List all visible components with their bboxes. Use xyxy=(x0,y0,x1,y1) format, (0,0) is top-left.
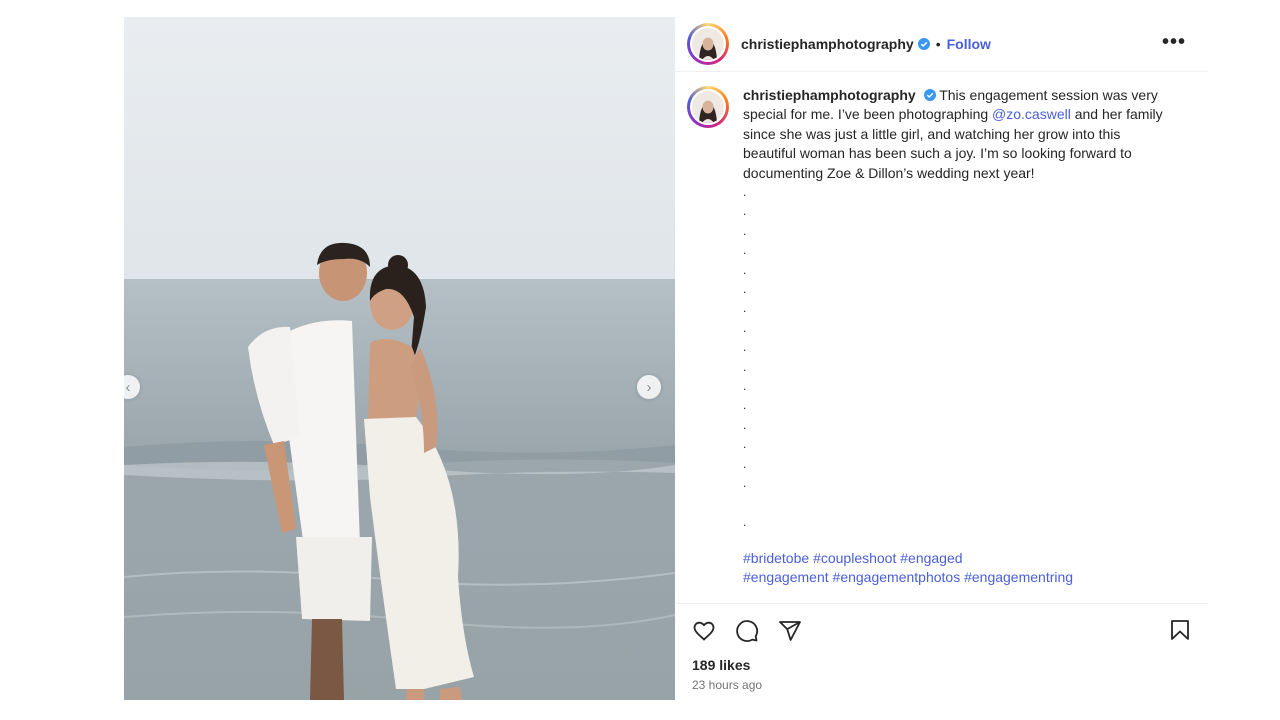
post-dialog: ‹ › christiephamphotography • Follow •••… xyxy=(124,17,1208,700)
caption-dot-line: . xyxy=(743,398,747,413)
caption-dot-line: . xyxy=(743,320,747,335)
share-button[interactable] xyxy=(777,618,803,644)
caption-hashtags: #bridetobe #coupleshoot #engaged #engagem… xyxy=(743,549,1173,588)
caption-dot-line xyxy=(743,493,1196,512)
caption-dot-line: . xyxy=(743,340,747,355)
post-caption: christiephamphotography This engagement … xyxy=(743,86,1173,183)
like-button[interactable] xyxy=(691,618,717,644)
save-button[interactable] xyxy=(1168,618,1194,644)
more-horizontal-icon[interactable]: ••• xyxy=(1162,31,1186,54)
caption-dot-line: . xyxy=(743,359,747,374)
caption-dot-lines: ................. xyxy=(743,183,1196,532)
avatar[interactable] xyxy=(687,23,729,65)
caption-avatar[interactable] xyxy=(687,86,729,128)
hashtag-link[interactable]: #coupleshoot xyxy=(813,550,896,566)
hashtag-link[interactable]: #bridetobe xyxy=(743,550,809,566)
comments-section[interactable]: christiephamphotography This engagement … xyxy=(675,72,1208,603)
carousel-next-button[interactable]: › xyxy=(637,375,661,399)
caption-dot-line: . xyxy=(743,437,747,452)
caption-dot-line: . xyxy=(743,281,747,296)
post-photo: ‹ › xyxy=(124,17,675,700)
caption-dot-line: . xyxy=(743,378,747,393)
caption-dot-line: . xyxy=(743,456,747,471)
post-side-panel: christiephamphotography • Follow ••• chr… xyxy=(675,17,1208,700)
caption-verified-badge-icon xyxy=(923,89,936,101)
caption-dot-line: . xyxy=(743,185,747,200)
hashtag-link[interactable]: #engagementring xyxy=(964,569,1073,585)
caption-dot-line: . xyxy=(743,417,747,432)
caption-mention-link[interactable]: @zo.caswell xyxy=(992,106,1071,122)
hashtag-link[interactable]: #engagement xyxy=(743,569,829,585)
comment-icon xyxy=(736,619,759,642)
follow-button[interactable]: Follow xyxy=(947,36,991,52)
caption-username[interactable]: christiephamphotography xyxy=(743,87,916,103)
caption-avatar-portrait xyxy=(692,91,724,123)
header-separator: • xyxy=(935,36,941,52)
action-bar xyxy=(675,603,1208,657)
heart-icon xyxy=(693,621,715,641)
caption-dot-line: . xyxy=(743,223,747,238)
post-header: christiephamphotography • Follow ••• xyxy=(675,17,1208,72)
comment-button[interactable] xyxy=(734,618,760,644)
caption-dot-line: . xyxy=(743,243,747,258)
caption-dot-line: . xyxy=(743,475,747,490)
caption-dot-line: . xyxy=(743,301,747,316)
avatar-portrait xyxy=(692,28,724,60)
verified-badge-icon xyxy=(917,38,930,50)
beach-couple-photo xyxy=(124,17,675,700)
likes-count[interactable]: 189 likes xyxy=(675,657,1208,677)
chevron-right-icon: › xyxy=(646,378,652,396)
caption-dot-line: . xyxy=(743,514,747,529)
caption-dot-line: . xyxy=(743,262,747,277)
author-username[interactable]: christiephamphotography xyxy=(741,36,914,52)
paper-plane-icon xyxy=(779,620,801,641)
hashtag-link[interactable]: #engagementphotos xyxy=(833,569,961,585)
bookmark-icon xyxy=(1171,620,1189,640)
post-timestamp[interactable]: 23 hours ago xyxy=(675,678,1208,700)
hashtag-link[interactable]: #engaged xyxy=(900,550,962,566)
caption-dot-line: . xyxy=(743,204,747,219)
chevron-left-icon: ‹ xyxy=(125,378,131,396)
caption-row: christiephamphotography This engagement … xyxy=(687,86,1196,183)
